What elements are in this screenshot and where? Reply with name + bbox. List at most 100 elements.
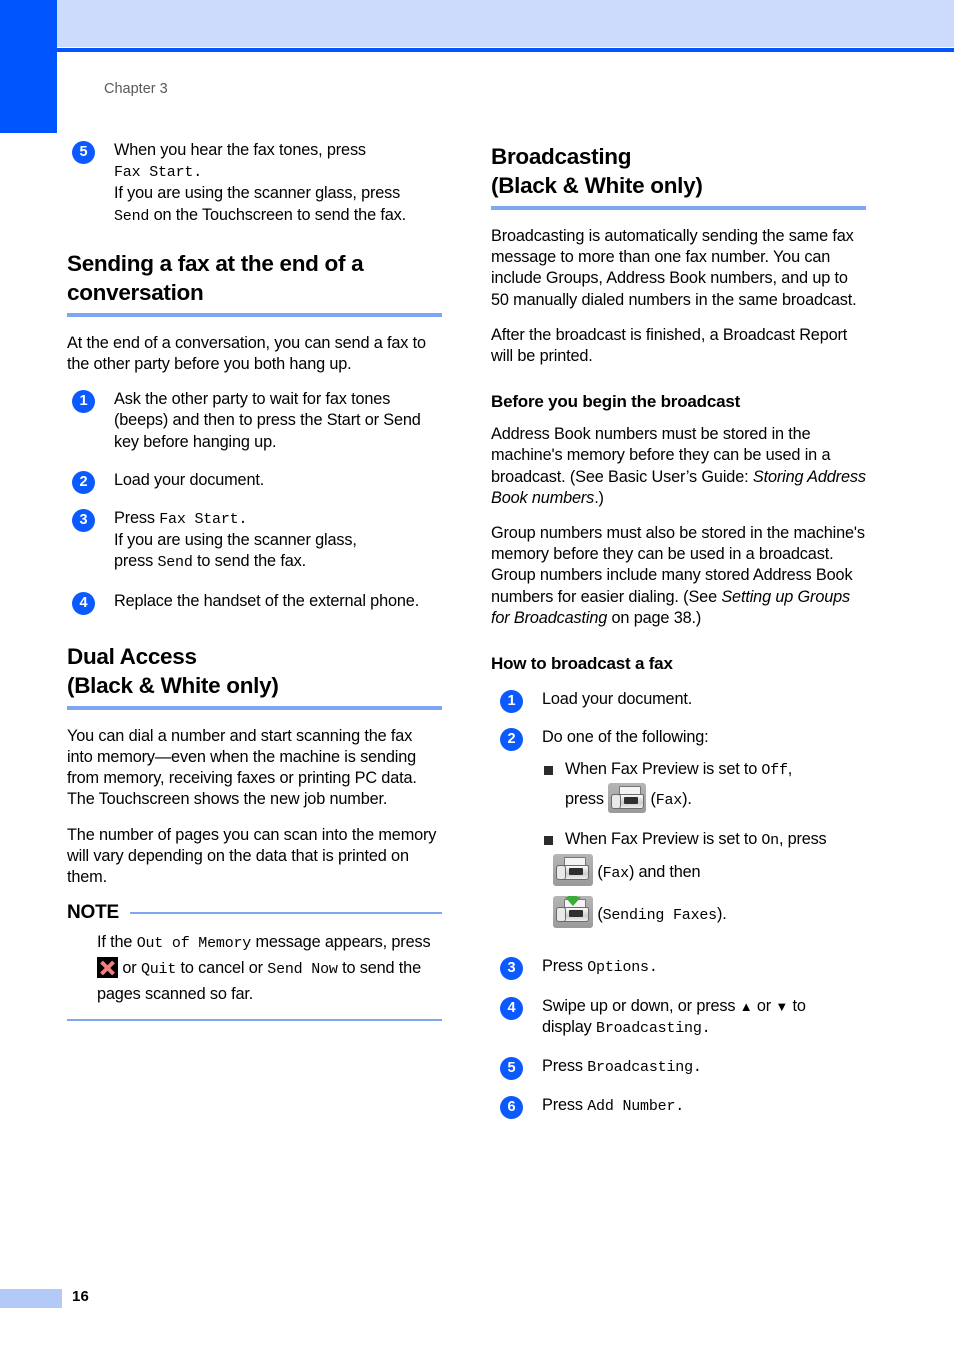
- note-text: If the Out of Memory message appears, pr…: [67, 930, 442, 1007]
- bullet-item-fax-preview-on: When Fax Preview is set to On, press (Fa…: [542, 828, 866, 936]
- dual-access-para-2: The number of pages you can scan into th…: [67, 825, 437, 887]
- step3-line3-pre: press: [114, 552, 158, 571]
- bullet2-post: , press: [778, 830, 827, 849]
- note-mono-send-now: Send Now: [267, 961, 338, 979]
- bullet-item-fax-preview-off: When Fax Preview is set to Off, press (F…: [542, 758, 866, 818]
- step3-pre: Press: [542, 957, 588, 976]
- step5-line1: When you hear the fax tones, press: [114, 141, 366, 159]
- step-number-badge: 2: [500, 728, 523, 752]
- heading-line-1: Dual Access: [67, 643, 197, 669]
- section-heading-broadcasting: Broadcasting (Black & White only): [491, 142, 866, 200]
- step-item: 5 When you hear the fax tones, press Fax…: [67, 140, 442, 227]
- broadcasting-para-1: Broadcasting is automatically sending th…: [491, 227, 857, 309]
- step5-line2: If you are using the scanner glass, pres…: [114, 184, 401, 203]
- step-text: Press Options.: [542, 956, 866, 978]
- fax-icon: [608, 783, 647, 814]
- page-header-band: [57, 0, 954, 47]
- step-text: Replace the handset of the external phon…: [114, 591, 420, 610]
- section-heading-sending-fax: Sending a fax at the end of a conversati…: [67, 249, 442, 307]
- fax-icon: [553, 854, 593, 887]
- step-item: 1 Load your document.: [491, 689, 866, 714]
- step-text: When you hear the fax tones, press Fax S…: [114, 140, 442, 227]
- heading-line-1: Sending a fax at the end of a: [67, 250, 364, 276]
- step-item: 5 Press Broadcasting.: [491, 1056, 866, 1081]
- note-seg-3: or: [118, 959, 141, 978]
- up-arrow-icon: ▲: [739, 998, 753, 1014]
- before-para1-post: .): [594, 488, 604, 507]
- step-number-badge: 5: [500, 1057, 523, 1081]
- note-seg-4: to cancel or: [176, 959, 268, 978]
- note-seg-2: message appears, press: [251, 933, 431, 952]
- step-text: Swipe up or down, or press ▲ or ▼ to dis…: [542, 996, 866, 1039]
- step4-line1: Swipe up or down, or press: [542, 996, 740, 1015]
- heading-line-1: Broadcasting: [491, 144, 632, 169]
- step-item: 3 Press Fax Start. If you are using the …: [67, 508, 442, 574]
- step5-mono-broadcasting: Broadcasting.: [587, 1059, 702, 1077]
- step3-mono-send: Send: [157, 554, 193, 572]
- broadcasting-para-2: After the broadcast is finished, a Broad…: [491, 325, 848, 366]
- step4-line1-end: to: [788, 996, 806, 1015]
- cancel-x-icon: [97, 957, 118, 979]
- bullet2-label-sending-faxes: Sending Faxes: [602, 907, 718, 925]
- step6-pre: Press: [542, 1096, 588, 1115]
- heading-line-2: (Black & White only): [67, 672, 279, 698]
- step-item: 4 Swipe up or down, or press ▲ or ▼ to d…: [491, 996, 866, 1039]
- bullet2-end: ).: [716, 905, 727, 924]
- bullet1-pre: When Fax Preview is set to: [565, 760, 762, 779]
- bullet1-label-fax: Fax: [655, 792, 683, 810]
- step-number-badge: 5: [72, 141, 95, 164]
- step-number-badge: 1: [72, 390, 95, 414]
- bullet1-close-paren: ).: [682, 790, 692, 809]
- section-rule: [67, 705, 442, 710]
- step-number-badge: 1: [500, 690, 523, 714]
- bullet2-and-then: and then: [634, 863, 701, 882]
- section-rule: [491, 206, 866, 210]
- step-item: 6 Press Add Number.: [491, 1095, 866, 1120]
- sending-faxes-icon: [553, 896, 593, 929]
- subheading-how-to-broadcast: How to broadcast a fax: [491, 654, 673, 674]
- step-text: Press Fax Start. If you are using the sc…: [114, 508, 442, 574]
- down-arrow-icon: ▼: [775, 998, 789, 1014]
- step3-mono-options: Options.: [587, 959, 658, 977]
- page-number: 16: [72, 1288, 90, 1305]
- subheading-before-you-begin: Before you begin the broadcast: [491, 392, 741, 412]
- step-item: 3 Press Options.: [491, 956, 866, 981]
- heading-line-2: (Black & White only): [491, 173, 703, 198]
- step-text: Press Broadcasting.: [542, 1056, 866, 1078]
- step-item: 2 Load your document.: [67, 470, 442, 494]
- step-text: Press Add Number.: [542, 1095, 866, 1117]
- step-number-badge: 4: [500, 996, 523, 1020]
- bullet2-label-fax: Fax: [602, 865, 630, 883]
- step-item: 4 Replace the handset of the external ph…: [67, 591, 442, 615]
- dual-access-para-1: You can dial a number and start scanning…: [67, 726, 417, 809]
- step5-mono-send: Send: [114, 207, 150, 225]
- step-number-badge: 4: [72, 591, 95, 615]
- step-number-badge: 2: [72, 470, 95, 494]
- bullet1-press: press: [565, 790, 609, 809]
- page-header-rule: [57, 48, 954, 52]
- note-mono-quit: Quit: [140, 961, 177, 979]
- step4-line2-pre: display: [542, 1017, 597, 1036]
- step-number-badge: 6: [500, 1096, 523, 1120]
- bullet1-comma: ,: [787, 760, 793, 779]
- step-number-badge: 3: [500, 957, 523, 981]
- step3-line3-post: to send the fax.: [192, 552, 306, 571]
- before-para2-post: on page 38.): [607, 608, 702, 627]
- step5-mono-fax-start: Fax Start.: [114, 164, 203, 182]
- note-box: NOTE If the Out of Memory message appear…: [67, 902, 442, 1022]
- step-item: 1 Ask the other party to wait for fax to…: [67, 389, 442, 453]
- step-number-badge: 3: [72, 509, 95, 533]
- bullet2-mono-on: On: [761, 832, 779, 850]
- step3-line2: If you are using the scanner glass,: [114, 531, 357, 550]
- note-title: NOTE: [67, 902, 119, 924]
- bullet2-pre: When Fax Preview is set to: [565, 830, 762, 849]
- note-seg-1: If the: [97, 933, 137, 952]
- step-text: Ask the other party to wait for fax tone…: [114, 390, 421, 451]
- step5-pre: Press: [542, 1057, 588, 1076]
- bullet1-mono-off: Off: [761, 762, 788, 780]
- step-text: Do one of the following: When Fax Previe…: [542, 727, 866, 936]
- page-corner-block: [0, 0, 57, 133]
- footer-tab: [0, 1289, 62, 1308]
- note-header-rule: [129, 911, 442, 914]
- step4-or: or: [752, 996, 776, 1015]
